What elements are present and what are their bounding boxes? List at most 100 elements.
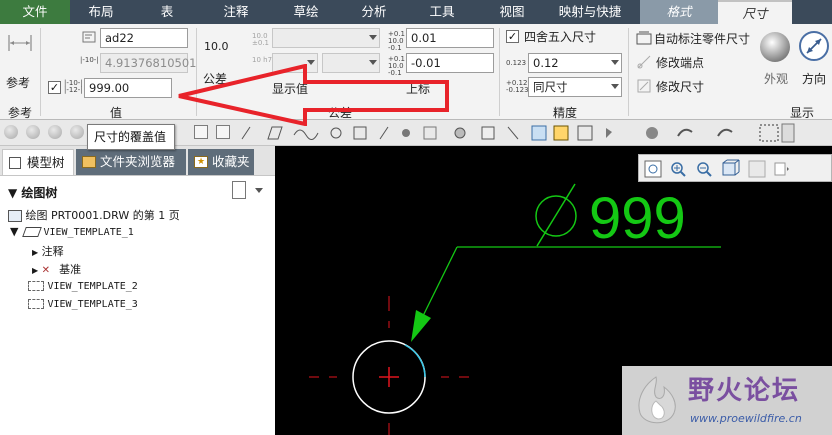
- override-value-input[interactable]: 999.00: [84, 78, 172, 98]
- view-icon: [28, 281, 44, 291]
- folder-icon: [82, 156, 96, 168]
- navigator-tabs: 模型树 文件夹浏览器 ★ 收藏夹: [0, 146, 275, 176]
- forum-watermark: 野火论坛 www.proewildfire.cn: [622, 366, 832, 435]
- modify-ends-button[interactable]: 修改端点: [656, 54, 704, 71]
- menu-format[interactable]: 格式: [640, 0, 718, 24]
- menu-sketch[interactable]: 草绘: [270, 0, 342, 24]
- toolbar-sphere-icon[interactable]: [26, 125, 40, 139]
- expand-arrow-icon[interactable]: ▶: [32, 248, 38, 257]
- chevron-down-icon: [369, 35, 377, 40]
- tolerance-decimal-select[interactable]: 同尺寸: [528, 77, 622, 97]
- nominal-value-icon: |-10-|: [80, 56, 99, 64]
- tree-row-datum[interactable]: ▶ ✕ 基准: [32, 261, 81, 277]
- menu-mapkeys[interactable]: 映射与快捷: [546, 0, 634, 24]
- expand-arrow-icon[interactable]: ▶: [32, 266, 38, 275]
- expand-arrow-icon[interactable]: ▼: [8, 186, 17, 200]
- repaint-icon[interactable]: [722, 159, 740, 176]
- display-style-icon[interactable]: [748, 160, 766, 178]
- tree-title: ▼ 绘图树: [8, 186, 58, 200]
- override-value-tooltip: 尺寸的覆盖值: [87, 124, 175, 150]
- override-value-icon: |-10-| |-12-|: [64, 79, 83, 94]
- model-tree-icon: [9, 157, 21, 169]
- decimal-places-icon: 0.123: [506, 59, 527, 67]
- toolbar-view-icons[interactable]: [528, 122, 828, 144]
- tab-favorites-label: 收藏夹: [212, 154, 250, 169]
- menu-analysis[interactable]: 分析: [342, 0, 406, 24]
- tree-row-drawing[interactable]: 绘图 PRT0001.DRW 的第 1 页: [8, 207, 180, 223]
- tolerance-mode-icon: 10.0 ±0.1: [252, 32, 269, 47]
- menu-dimension[interactable]: 尺寸: [718, 0, 792, 24]
- tree-row-view-template-1[interactable]: ▼ VIEW_TEMPLATE_1: [10, 225, 134, 238]
- modify-dimension-button[interactable]: 修改尺寸: [656, 78, 704, 95]
- tab-folder-browser-label: 文件夹浏览器: [100, 154, 176, 169]
- view-icon: [28, 299, 44, 309]
- zoom-in-icon[interactable]: [671, 162, 686, 177]
- group-separator: [40, 28, 41, 116]
- display-group-label: 显示: [789, 106, 814, 120]
- toolbar-sphere-icon[interactable]: [4, 125, 18, 139]
- drawing-icon: [8, 210, 22, 222]
- tab-model-tree-label: 模型树: [27, 155, 65, 170]
- tree-settings-chevron-icon[interactable]: [255, 188, 263, 193]
- menu-tools[interactable]: 工具: [406, 0, 478, 24]
- round-dimension-checkbox[interactable]: ✓: [506, 30, 519, 43]
- appearance-label: 外观: [764, 72, 789, 86]
- tree-settings-icon[interactable]: [232, 181, 246, 199]
- tab-folder-browser[interactable]: 文件夹浏览器: [76, 149, 186, 175]
- menu-annotate[interactable]: 注释: [202, 0, 270, 24]
- reference-group-label: 参考: [7, 106, 32, 120]
- tab-favorites[interactable]: ★ 收藏夹: [188, 149, 254, 175]
- tab-model-tree[interactable]: 模型树: [2, 149, 74, 175]
- auto-dimension-button[interactable]: 自动标注零件尺寸: [654, 30, 750, 47]
- upper-tolerance-input[interactable]: 0.01: [406, 28, 494, 48]
- dimension-name-input[interactable]: ad22: [100, 28, 188, 48]
- upper-tolerance-icon: +0.1 10.0 -0.1: [388, 30, 405, 52]
- appearance-button[interactable]: 外观: [758, 30, 794, 90]
- auto-dimension-icon: [636, 31, 652, 45]
- sketch-icon[interactable]: [216, 125, 230, 139]
- tolerance-preview: 10.0: [204, 40, 229, 53]
- refit-icon[interactable]: [644, 160, 662, 178]
- flame-logo-icon: [638, 376, 676, 424]
- watermark-url: www.proewildfire.cn: [690, 412, 802, 425]
- group-separator: [628, 28, 629, 116]
- favorites-icon: ★: [194, 156, 208, 168]
- zoom-out-icon[interactable]: [697, 162, 712, 177]
- datum-icon: ✕: [41, 265, 51, 276]
- direction-label: 方向: [802, 72, 827, 86]
- save-icon[interactable]: [194, 125, 208, 139]
- toolbar-sketch-icons[interactable]: [238, 123, 538, 143]
- dimension-leader[interactable]: [420, 246, 458, 321]
- modify-dimension-icon: [637, 79, 651, 93]
- override-value-checkbox[interactable]: ✓: [48, 81, 61, 94]
- view-toolbar: [638, 154, 832, 182]
- reference-button[interactable]: 参考: [4, 30, 36, 90]
- tolerance-mode-select[interactable]: [272, 28, 380, 48]
- tolerance-table-icon: 10 h7: [252, 56, 273, 64]
- menu-view[interactable]: 视图: [478, 0, 546, 24]
- modify-ends-icon: [637, 55, 651, 69]
- toolbar-sphere-icon[interactable]: [70, 125, 84, 139]
- menu-bar: 文件 布局 表 注释 草绘 分析 工具 视图 映射与快捷 格式 尺寸: [0, 0, 832, 24]
- collapse-arrow-icon[interactable]: ▼: [10, 225, 18, 238]
- decimal-places-select[interactable]: 0.12: [528, 53, 622, 73]
- menu-layout[interactable]: 布局: [70, 0, 132, 24]
- group-separator: [499, 28, 500, 116]
- red-callout-arrow: [178, 64, 449, 126]
- toolbar-sphere-icon[interactable]: [48, 125, 62, 139]
- dimension-text[interactable]: 999: [589, 186, 686, 251]
- tree-row-annotations[interactable]: ▶ 注释: [32, 243, 64, 259]
- more-icon[interactable]: [774, 162, 789, 176]
- tree-row-view-template-2[interactable]: VIEW_TEMPLATE_2: [28, 279, 138, 292]
- watermark-title: 野火论坛: [688, 376, 801, 406]
- name-icon: [82, 31, 96, 43]
- round-dimension-label: 四舍五入尺寸: [524, 30, 597, 44]
- model-tree-panel: ▼ 绘图树 绘图 PRT0001.DRW 的第 1 页 ▼ VIEW_TEMPL…: [0, 176, 275, 435]
- menu-file[interactable]: 文件: [0, 0, 70, 24]
- direction-icon: [799, 31, 829, 61]
- value-group-label: 值: [109, 106, 122, 120]
- direction-button[interactable]: 方向: [798, 30, 832, 90]
- tree-row-view-template-3[interactable]: VIEW_TEMPLATE_3: [28, 297, 138, 310]
- precision-group-label: 精度: [552, 106, 577, 120]
- menu-table[interactable]: 表: [132, 0, 202, 24]
